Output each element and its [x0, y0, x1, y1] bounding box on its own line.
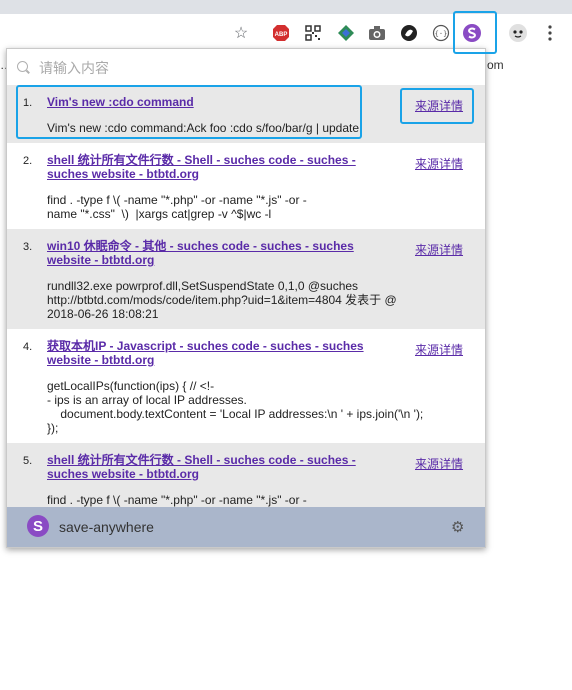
- source-details-link[interactable]: 来源详情: [415, 97, 463, 114]
- item-number: 2.: [23, 155, 33, 167]
- source-details-link[interactable]: 来源详情: [415, 155, 463, 172]
- list-item: 2. shell 统计所有文件行数 - Shell - suches code …: [7, 143, 485, 229]
- popup-footer: S save-anywhere ⚙: [7, 507, 485, 547]
- source-details-link[interactable]: 来源详情: [415, 455, 463, 472]
- list-item: 5. shell 统计所有文件行数 - Shell - suches code …: [7, 443, 485, 507]
- item-title-link[interactable]: shell 统计所有文件行数 - Shell - suches code - s…: [47, 153, 367, 181]
- item-description: getLocalIPs(function(ips) { // <!- - ips…: [47, 379, 424, 435]
- code-braces-icon[interactable]: {·}: [431, 23, 451, 43]
- search-icon: [17, 61, 28, 72]
- extension-icon[interactable]: [336, 23, 356, 43]
- item-number: 3.: [23, 241, 33, 253]
- save-anywhere-logo-icon: S: [27, 515, 49, 537]
- source-details-link[interactable]: 来源详情: [415, 241, 463, 258]
- camera-icon[interactable]: [367, 23, 387, 43]
- list-item: 3. win10 休眠命令 - 其他 - suches code - suche…: [7, 229, 485, 329]
- results-list[interactable]: 1. Vim's new :cdo command 来源详情 Vim's new…: [7, 85, 485, 507]
- item-number: 4.: [23, 341, 33, 353]
- adblock-label: ABP: [275, 32, 288, 38]
- item-number: 1.: [23, 97, 33, 109]
- tab-strip: [0, 0, 572, 14]
- item-title-link[interactable]: win10 休眠命令 - 其他 - suches code - suches -…: [47, 239, 367, 267]
- qr-code-icon[interactable]: [303, 23, 323, 43]
- svg-text:{·}: {·}: [435, 30, 448, 38]
- save-anywhere-icon[interactable]: [462, 23, 482, 43]
- item-description: Vim's new :cdo command:Ack foo :cdo s/fo…: [47, 121, 360, 135]
- list-item: 4. 获取本机IP - Javascript - suches code - s…: [7, 329, 485, 443]
- extension-face-icon[interactable]: [508, 23, 528, 43]
- item-number: 5.: [23, 455, 33, 467]
- browser-toolbar: ☆ ABP {·}: [0, 14, 572, 52]
- item-title-link[interactable]: 获取本机IP - Javascript - suches code - such…: [47, 339, 367, 367]
- adblock-icon[interactable]: ABP: [271, 23, 291, 43]
- item-description: rundll32.exe powrprof.dll,SetSuspendStat…: [47, 279, 397, 321]
- list-item: 1. Vim's new :cdo command 来源详情 Vim's new…: [7, 85, 485, 143]
- bookmark-fragment-right[interactable]: om: [487, 58, 504, 72]
- app-name: save-anywhere: [59, 519, 154, 535]
- source-details-link[interactable]: 来源详情: [415, 341, 463, 358]
- more-vert-icon[interactable]: [540, 23, 560, 43]
- search-bar: [7, 49, 485, 86]
- item-description: find . -type f \( -name "*.php" -or -nam…: [47, 193, 307, 221]
- item-title-link[interactable]: shell 统计所有文件行数 - Shell - suches code - s…: [47, 453, 367, 481]
- extension-popup: 1. Vim's new :cdo command 来源详情 Vim's new…: [6, 48, 486, 548]
- star-icon[interactable]: ☆: [231, 23, 251, 43]
- item-title-link[interactable]: Vim's new :cdo command: [47, 95, 367, 109]
- extension-circle-icon[interactable]: [399, 23, 419, 43]
- search-input[interactable]: [37, 57, 461, 79]
- item-description: find . -type f \( -name "*.php" -or -nam…: [47, 493, 307, 507]
- gear-icon[interactable]: ⚙: [451, 518, 464, 536]
